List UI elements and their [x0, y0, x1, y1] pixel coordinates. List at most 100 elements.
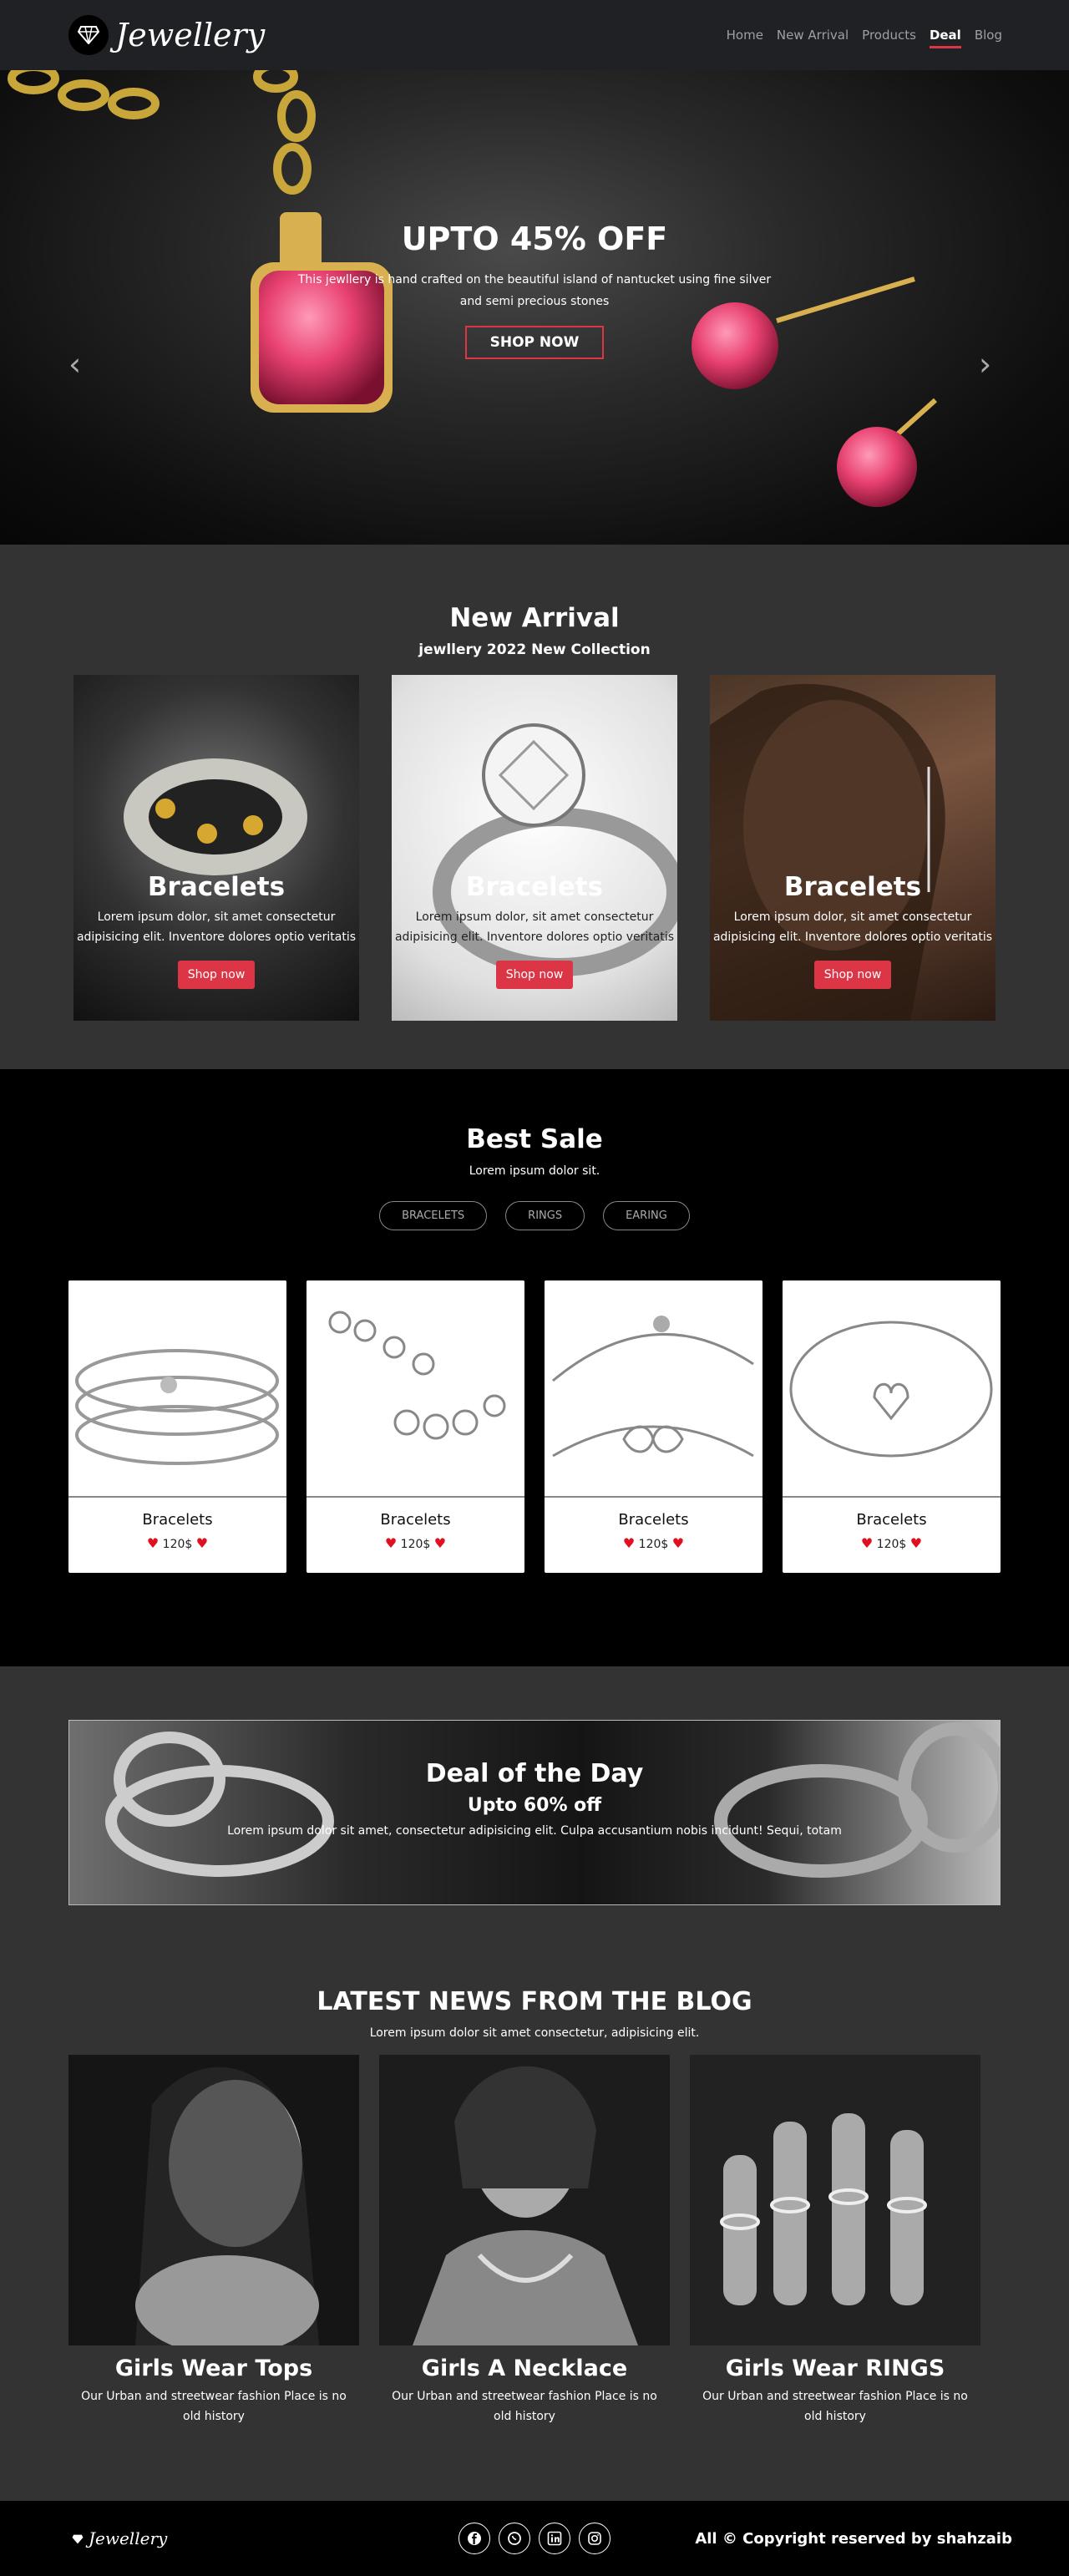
deal-subtitle: Upto 60% off: [467, 1795, 602, 1816]
deal-text: Lorem ipsum dolor sit amet, consectetur …: [227, 1824, 842, 1838]
deal-section: Deal of the Day Upto 60% off Lorem ipsum…: [0, 1666, 1069, 1964]
section-title: New Arrival: [449, 603, 620, 633]
whatsapp-icon[interactable]: [499, 2523, 531, 2554]
social-links: [459, 2523, 611, 2554]
main-nav: Home New Arrival Products Deal Blog: [727, 23, 1002, 48]
chevron-left-icon[interactable]: ‹: [68, 346, 81, 383]
product-card[interactable]: Bracelets ♥ 120$ ♥: [545, 1280, 762, 1573]
product-price-row: ♥ 120$ ♥: [307, 1535, 524, 1551]
new-arrival-section: New Arrival jewllery 2022 New Collection…: [0, 545, 1069, 1069]
hero-carousel: ‹ › UPTO 45% OFF This jewllery is hand c…: [0, 70, 1069, 545]
blog-image: [379, 2055, 670, 2345]
section-title: LATEST NEWS FROM THE BLOG: [317, 1987, 752, 2016]
heart-icon[interactable]: ♥: [910, 1535, 922, 1551]
deal-caption: Deal of the Day Upto 60% off Lorem ipsum…: [69, 1759, 1000, 1838]
hero-text: This jewllery is hand crafted on the bea…: [297, 273, 772, 308]
section-subtitle: jewllery 2022 New Collection: [418, 641, 651, 658]
chevron-right-icon[interactable]: ›: [979, 346, 991, 383]
blog-title: Girls Wear RINGS: [725, 2355, 945, 2381]
product-name: Bracelets: [618, 1511, 689, 1529]
product-price-row: ♥ 120$ ♥: [783, 1535, 1001, 1551]
shop-now-button[interactable]: Shop now: [177, 961, 256, 989]
blog-image: [68, 2055, 359, 2345]
product-image: [545, 1280, 762, 1498]
hero-title: UPTO 45% OFF: [401, 221, 668, 257]
nav-new-arrival[interactable]: New Arrival: [777, 23, 849, 48]
blog-image: [690, 2055, 980, 2345]
product-name: Bracelets: [142, 1511, 213, 1529]
copyright-text: All © Copyright reserved by shahzaib: [695, 2529, 1012, 2548]
product-image: [783, 1280, 1001, 1498]
product-image: [68, 1280, 286, 1498]
blog-title: Girls A Necklace: [421, 2355, 628, 2381]
product-price: 120$: [162, 1538, 193, 1551]
deal-title: Deal of the Day: [425, 1759, 644, 1788]
nav-blog[interactable]: Blog: [975, 23, 1002, 48]
product-price-row: ♥ 120$ ♥: [545, 1535, 762, 1551]
heart-icon[interactable]: ♥: [861, 1535, 873, 1551]
nav-deal[interactable]: Deal: [929, 23, 961, 48]
product-card[interactable]: Bracelets ♥ 120$ ♥: [307, 1280, 524, 1573]
shop-now-button[interactable]: Shop now: [813, 961, 892, 989]
blog-text: Our Urban and streetwear fashion Place i…: [392, 2390, 657, 2423]
blog-card[interactable]: Girls A Necklace Our Urban and streetwea…: [379, 2055, 670, 2426]
brand-logo[interactable]: Jewellery: [68, 15, 265, 55]
navbar: Jewellery Home New Arrival Products Deal…: [0, 0, 1069, 70]
hero-caption: UPTO 45% OFF This jewllery is hand craft…: [284, 221, 785, 359]
best-sale-section: Best Sale Lorem ipsum dolor sit. BRACELE…: [0, 1069, 1069, 1666]
arrival-cards: Bracelets Lorem ipsum dolor, sit amet co…: [0, 675, 1069, 1021]
product-price: 120$: [400, 1538, 431, 1551]
product-price: 120$: [638, 1538, 669, 1551]
linkedin-icon[interactable]: [539, 2523, 571, 2554]
blog-text: Our Urban and streetwear fashion Place i…: [702, 2390, 968, 2423]
shop-now-button[interactable]: SHOP NOW: [464, 326, 605, 359]
shop-now-button[interactable]: Shop now: [495, 961, 574, 989]
diamond-icon: [72, 2528, 84, 2548]
blog-card[interactable]: Girls Wear Tops Our Urban and streetwear…: [68, 2055, 359, 2426]
arrival-card: Bracelets Lorem ipsum dolor, sit amet co…: [73, 675, 359, 1021]
blog-card[interactable]: Girls Wear RINGS Our Urban and streetwea…: [690, 2055, 980, 2426]
product-price: 120$: [876, 1538, 907, 1551]
section-subtitle: Lorem ipsum dolor sit.: [469, 1164, 600, 1178]
product-card[interactable]: Bracelets ♥ 120$ ♥: [68, 1280, 286, 1573]
card-title: Bracelets: [147, 872, 286, 902]
heart-icon[interactable]: ♥: [385, 1535, 397, 1551]
brand-name: Jewellery: [115, 17, 266, 53]
facebook-icon[interactable]: [459, 2523, 491, 2554]
card-caption: Bracelets Lorem ipsum dolor, sit amet co…: [73, 872, 359, 989]
section-subtitle: Lorem ipsum dolor sit amet consectetur, …: [369, 2026, 700, 2040]
card-text: Lorem ipsum dolor, sit amet consectetur …: [394, 910, 675, 944]
blog-text: Our Urban and streetwear fashion Place i…: [81, 2390, 347, 2423]
product-name: Bracelets: [856, 1511, 927, 1529]
deal-banner: Deal of the Day Upto 60% off Lorem ipsum…: [68, 1720, 1001, 1905]
filter-earing[interactable]: EARING: [603, 1201, 690, 1230]
blog-title: Girls Wear Tops: [114, 2355, 313, 2381]
heart-icon[interactable]: ♥: [434, 1535, 446, 1551]
heart-icon[interactable]: ♥: [672, 1535, 684, 1551]
instagram-icon[interactable]: [579, 2523, 611, 2554]
footer-logo[interactable]: Jewellery: [72, 2528, 167, 2548]
card-title: Bracelets: [465, 872, 604, 902]
heart-icon[interactable]: ♥: [196, 1535, 208, 1551]
filter-rings[interactable]: RINGS: [505, 1201, 585, 1230]
nav-home[interactable]: Home: [727, 23, 763, 48]
diamond-icon: [68, 15, 109, 55]
card-text: Lorem ipsum dolor, sit amet consectetur …: [76, 910, 357, 944]
arrival-card: Bracelets Lorem ipsum dolor, sit amet co…: [392, 675, 677, 1021]
arrival-card: Bracelets Lorem ipsum dolor, sit amet co…: [710, 675, 996, 1021]
card-caption: Bracelets Lorem ipsum dolor, sit amet co…: [392, 872, 677, 989]
section-title: Best Sale: [466, 1124, 603, 1154]
card-text: Lorem ipsum dolor, sit amet consectetur …: [712, 910, 993, 944]
product-card[interactable]: Bracelets ♥ 120$ ♥: [783, 1280, 1001, 1573]
nav-products[interactable]: Products: [862, 23, 916, 48]
product-image: [307, 1280, 524, 1498]
blog-posts: Girls Wear Tops Our Urban and streetwear…: [0, 2055, 1069, 2426]
category-filters: BRACELETS RINGS EARING: [0, 1201, 1069, 1230]
footer-brand: Jewellery: [89, 2528, 168, 2548]
filter-bracelets[interactable]: BRACELETS: [379, 1201, 488, 1230]
card-caption: Bracelets Lorem ipsum dolor, sit amet co…: [710, 872, 996, 989]
footer: Jewellery All © Copyright reserved by sh…: [0, 2501, 1069, 2576]
heart-icon[interactable]: ♥: [147, 1535, 159, 1551]
product-name: Bracelets: [380, 1511, 451, 1529]
heart-icon[interactable]: ♥: [623, 1535, 635, 1551]
